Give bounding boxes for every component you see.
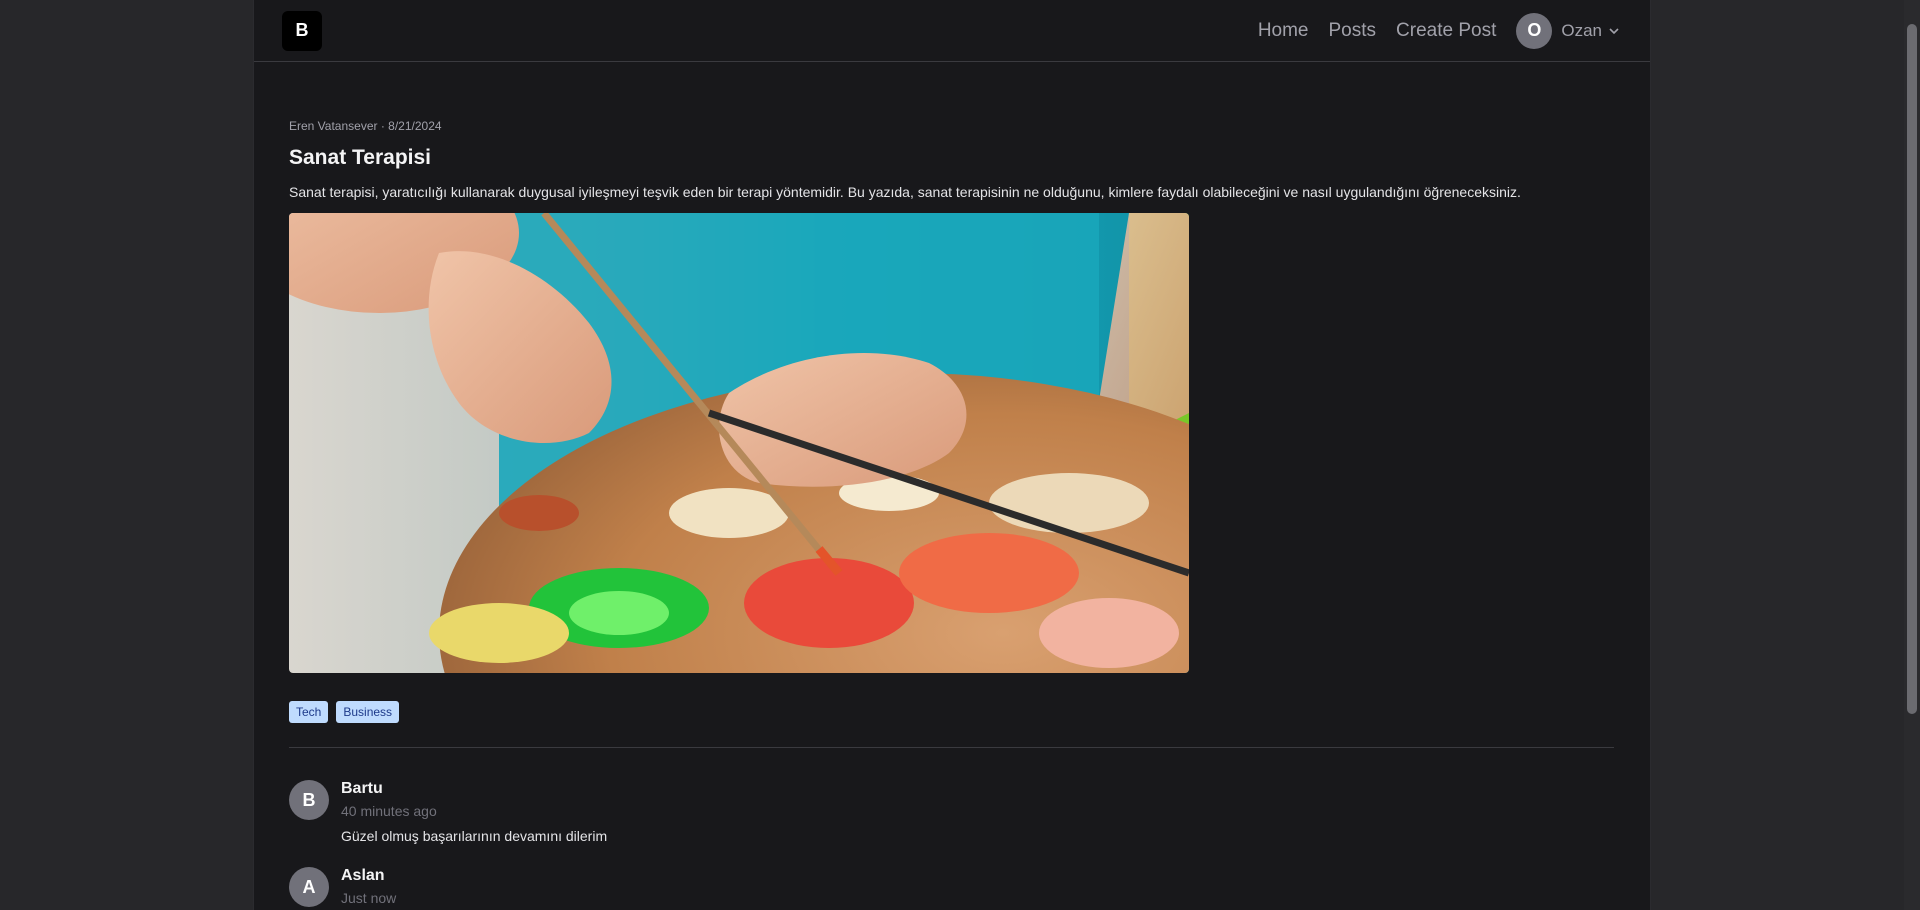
- comment-text: Güzel olmuş başarılarının devamını diler…: [341, 828, 608, 844]
- divider: [289, 747, 1614, 748]
- top-navbar: B Home Posts Create Post O Ozan: [254, 0, 1650, 62]
- page-container: B Home Posts Create Post O Ozan Eren Vat…: [253, 0, 1651, 910]
- post-cover-image: [289, 213, 1189, 673]
- comment-author: Bartu: [341, 780, 383, 797]
- nav-home-link[interactable]: Home: [1258, 20, 1309, 42]
- commenter-avatar: A: [289, 867, 329, 907]
- comment-item: A Aslan Just now: [289, 867, 1614, 910]
- comment-list: B Bartu 40 minutes ago Güzel olmuş başar…: [289, 780, 1614, 910]
- user-avatar: O: [1516, 12, 1553, 49]
- post-meta: Eren Vatansever · 8/21/2024: [289, 119, 442, 133]
- tag-list: Tech Business: [289, 701, 1614, 723]
- comment-time: Just now: [341, 890, 397, 906]
- comment-author: Aslan: [341, 867, 385, 884]
- comment-time: 40 minutes ago: [341, 803, 437, 819]
- post-article: Eren Vatansever · 8/21/2024 Sanat Terapi…: [254, 62, 1650, 910]
- user-name: Ozan: [1561, 20, 1602, 40]
- post-title: Sanat Terapisi: [289, 146, 431, 169]
- chevron-down-icon: [1609, 27, 1619, 34]
- page-scrollbar[interactable]: [1904, 0, 1920, 910]
- scrollbar-thumb[interactable]: [1907, 24, 1917, 714]
- tag-badge[interactable]: Tech: [289, 701, 329, 723]
- comment-body: Aslan Just now: [341, 867, 396, 910]
- nav-create-post-link[interactable]: Create Post: [1396, 20, 1496, 42]
- comment-item: B Bartu 40 minutes ago Güzel olmuş başar…: [289, 780, 1614, 844]
- nav-posts-link[interactable]: Posts: [1329, 20, 1377, 42]
- main-nav: Home Posts Create Post O Ozan: [1238, 12, 1620, 49]
- logo[interactable]: B: [282, 10, 322, 51]
- user-menu[interactable]: O Ozan: [1516, 12, 1620, 49]
- commenter-avatar: B: [289, 780, 329, 820]
- post-summary: Sanat terapisi, yaratıcılığı kullanarak …: [289, 184, 1521, 200]
- tag-badge[interactable]: Business: [336, 701, 400, 723]
- comment-body: Bartu 40 minutes ago Güzel olmuş başarıl…: [341, 780, 607, 844]
